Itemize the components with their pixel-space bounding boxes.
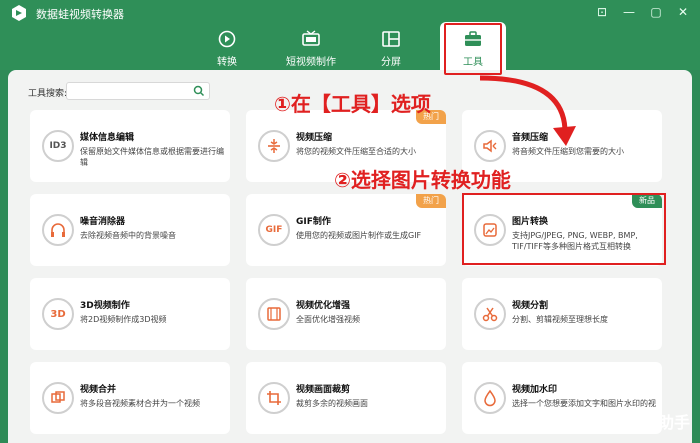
highlight-tools-tab bbox=[444, 23, 502, 75]
tool-card-video-split[interactable]: 视频分割 分割、剪辑视频至理想长度 bbox=[462, 278, 662, 350]
tool-card-video-crop[interactable]: 视频画面裁剪 裁剪多余的视频画面 bbox=[246, 362, 446, 434]
tab-label: 短视频制作 bbox=[286, 57, 336, 68]
card-desc: 使用您的视频或图片制作或生成GIF bbox=[296, 231, 422, 240]
card-title: 噪音消除器 bbox=[80, 217, 126, 227]
card-desc: 裁剪多余的视频画面 bbox=[296, 399, 368, 408]
card-desc: 将多段音视频素材合并为一个视频 bbox=[80, 399, 200, 408]
annotation-arrow-icon bbox=[479, 75, 576, 146]
tool-card-video-enhance[interactable]: 视频优化增强 全面优化增强视频 bbox=[246, 278, 446, 350]
tab-label: 转换 bbox=[217, 57, 237, 68]
compress-icon bbox=[258, 130, 290, 162]
tab-label: 分屏 bbox=[381, 57, 401, 68]
tool-card-video-merge[interactable]: 视频合并 将多段音视频素材合并为一个视频 bbox=[30, 362, 230, 434]
card-desc: 全面优化增强视频 bbox=[296, 315, 360, 324]
tool-card-gif-maker[interactable]: 热门 GIF GIF制作 使用您的视频或图片制作或生成GIF bbox=[246, 194, 446, 266]
card-desc: 去除视频音频中的背景噪音 bbox=[80, 231, 176, 240]
gif-icon: GIF bbox=[258, 214, 290, 246]
app-logo-icon bbox=[12, 5, 26, 21]
scissors-icon bbox=[474, 298, 506, 330]
title-bar: 数据蛙视频转换器 ⊡ — ▢ ✕ 转换 短视频制作 分屏 工具 bbox=[0, 0, 700, 74]
card-title: 媒体信息编辑 bbox=[80, 133, 135, 143]
merge-icon bbox=[42, 382, 74, 414]
tab-split-screen[interactable]: 分屏 bbox=[358, 24, 424, 68]
card-title: 视频加水印 bbox=[512, 385, 558, 395]
tool-card-media-info[interactable]: ID3 媒体信息编辑 保留原始文件媒体信息或根据需要进行编辑 bbox=[30, 110, 230, 182]
menu-icon[interactable]: ⊡ bbox=[595, 5, 609, 19]
search-label: 工具搜索: bbox=[28, 89, 68, 99]
card-title: GIF制作 bbox=[296, 217, 331, 227]
film-enhance-icon bbox=[258, 298, 290, 330]
3d-icon: 3D bbox=[42, 298, 74, 330]
minimize-icon[interactable]: — bbox=[622, 5, 636, 19]
tab-short-video[interactable]: 短视频制作 bbox=[278, 24, 344, 68]
droplet-icon bbox=[474, 382, 506, 414]
card-desc: 将您的视频文件压缩至合适的大小 bbox=[296, 147, 416, 156]
card-title: 视频分割 bbox=[512, 301, 549, 311]
card-desc: 分割、剪辑视频至理想长度 bbox=[512, 315, 608, 324]
search-icon[interactable] bbox=[193, 85, 205, 97]
card-title: 视频画面裁剪 bbox=[296, 385, 351, 395]
annotation-step1: ①在【工具】选项 bbox=[274, 92, 431, 116]
tool-card-3d-maker[interactable]: 3D 3D视频制作 将2D视频制作成3D视频 bbox=[30, 278, 230, 350]
watermark-text: 掘金技术社区 @ 小明助手 bbox=[502, 413, 690, 432]
tab-convert[interactable]: 转换 bbox=[194, 24, 260, 68]
headphones-icon bbox=[42, 214, 74, 246]
card-desc: 将2D视频制作成3D视频 bbox=[80, 315, 167, 324]
card-desc: 选择一个您想要添加文字和图片水印的视 bbox=[512, 399, 656, 408]
tool-card-noise-remover[interactable]: 噪音消除器 去除视频音频中的背景噪音 bbox=[30, 194, 230, 266]
crop-icon bbox=[258, 382, 290, 414]
disc-play-icon bbox=[218, 30, 236, 48]
card-title: 3D视频制作 bbox=[80, 301, 130, 311]
card-title: 视频合并 bbox=[80, 385, 117, 395]
tv-icon bbox=[302, 30, 320, 46]
card-title: 视频优化增强 bbox=[296, 301, 351, 311]
annotation-step2: ②选择图片转换功能 bbox=[334, 168, 511, 192]
id3-icon: ID3 bbox=[42, 130, 74, 162]
window-controls: ⊡ — ▢ ✕ bbox=[595, 5, 690, 19]
card-desc: 保留原始文件媒体信息或根据需要进行编辑 bbox=[80, 147, 224, 167]
highlight-image-convert bbox=[462, 193, 666, 265]
app-title: 数据蛙视频转换器 bbox=[36, 8, 124, 21]
hot-badge: 热门 bbox=[416, 194, 446, 208]
search-input[interactable] bbox=[66, 82, 210, 100]
card-title: 视频压缩 bbox=[296, 133, 333, 143]
maximize-icon[interactable]: ▢ bbox=[649, 5, 663, 19]
close-icon[interactable]: ✕ bbox=[676, 5, 690, 19]
split-screen-icon bbox=[382, 31, 400, 47]
